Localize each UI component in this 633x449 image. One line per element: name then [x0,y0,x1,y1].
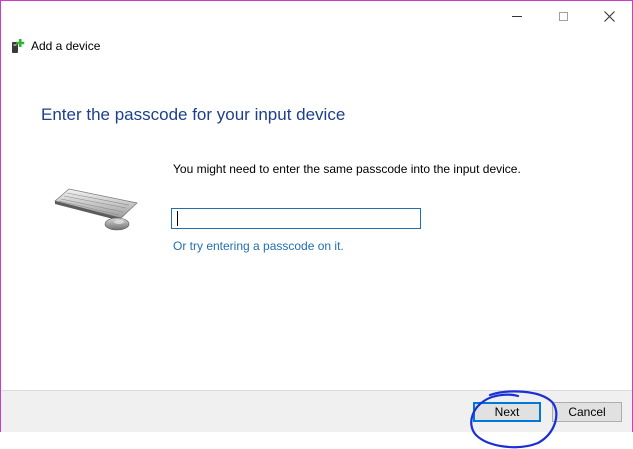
text-caret [177,211,178,226]
hand-drawn-circle-annotation [470,390,558,449]
add-device-icon [12,39,25,53]
dialog-window: Add a device Enter the passcode for your… [0,0,633,432]
window-title: Add a device [31,39,101,53]
passcode-input[interactable] [171,208,421,229]
window-controls [494,1,632,31]
alternate-passcode-link[interactable]: Or try entering a passcode on it. [173,239,344,253]
keyboard-mouse-icon [54,188,138,231]
page-heading: Enter the passcode for your input device [41,105,346,124]
instruction-text: You might need to enter the same passcod… [173,162,521,176]
maximize-button[interactable] [540,1,586,31]
close-icon [603,10,615,22]
close-button[interactable] [586,1,632,31]
maximize-icon [558,11,568,21]
minimize-button[interactable] [494,1,540,31]
minimize-icon [512,15,522,17]
cancel-button[interactable]: Cancel [552,402,622,422]
title-bar: Add a device [11,37,100,55]
